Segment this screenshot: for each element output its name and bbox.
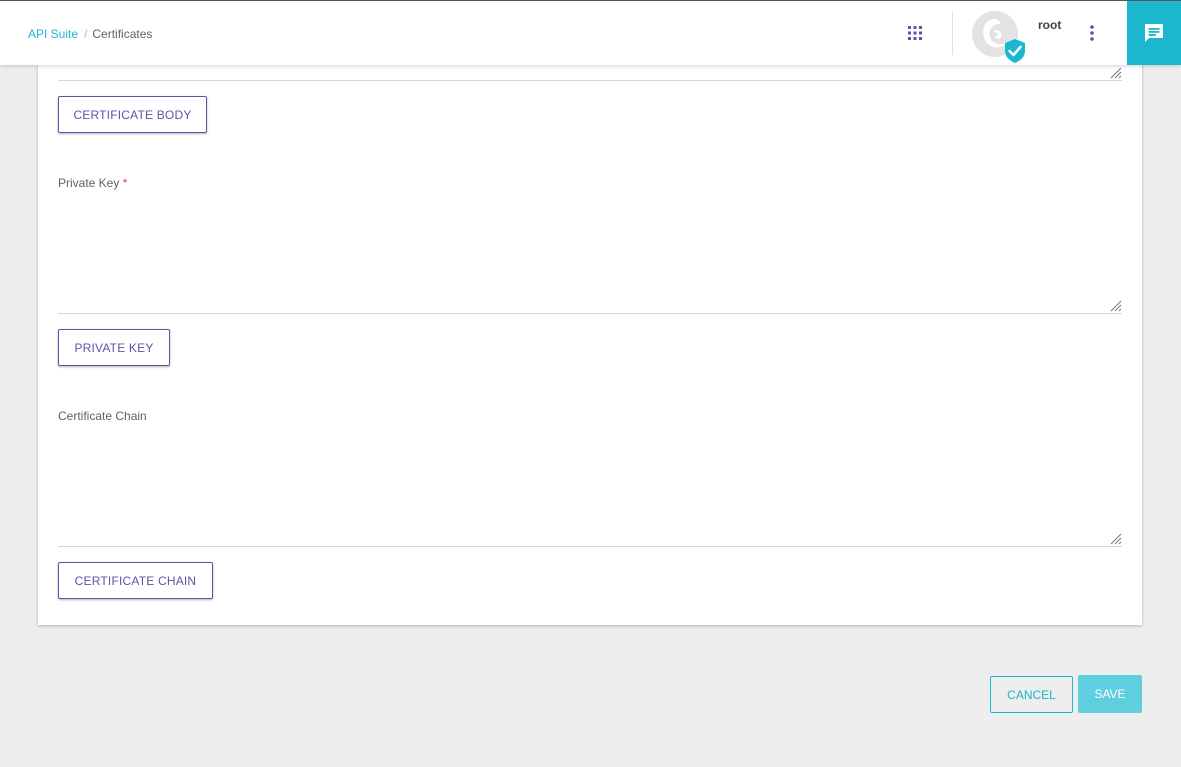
more-vertical-icon[interactable] [1086,24,1098,42]
required-asterisk: * [122,176,128,190]
certificate-chain-textarea[interactable] [58,429,1122,547]
certificate-form-card: CERTIFICATE BODY Private Key * PRIVATE K… [38,52,1142,625]
certificate-chain-button[interactable]: CERTIFICATE CHAIN [58,562,213,599]
breadcrumb-separator: / [84,27,88,41]
verified-avatar-icon[interactable] [972,11,1028,63]
chat-icon [1145,24,1163,42]
resize-handle-icon[interactable] [1110,533,1122,545]
certificate-chain-label: Certificate Chain [58,409,147,423]
resize-handle-icon[interactable] [1110,300,1122,312]
header-divider [952,12,953,55]
breadcrumb-current: Certificates [92,27,153,41]
private-key-label: Private Key * [58,176,127,190]
private-key-label-text: Private Key [58,176,120,190]
save-button[interactable]: SAVE [1078,675,1142,713]
private-key-button[interactable]: PRIVATE KEY [58,329,170,366]
breadcrumb-api-suite-link[interactable]: API Suite [28,27,78,41]
private-key-textarea[interactable] [58,196,1122,314]
apps-grid-icon[interactable] [908,26,922,40]
username: root [1038,18,1062,32]
chat-button[interactable] [1127,1,1181,65]
breadcrumb: API Suite / Certificates [28,27,152,41]
resize-handle-icon[interactable] [1110,67,1122,79]
certificate-body-button[interactable]: CERTIFICATE BODY [58,96,207,133]
top-header: API Suite / Certificates root [0,0,1181,65]
cancel-button[interactable]: CANCEL [990,676,1073,713]
